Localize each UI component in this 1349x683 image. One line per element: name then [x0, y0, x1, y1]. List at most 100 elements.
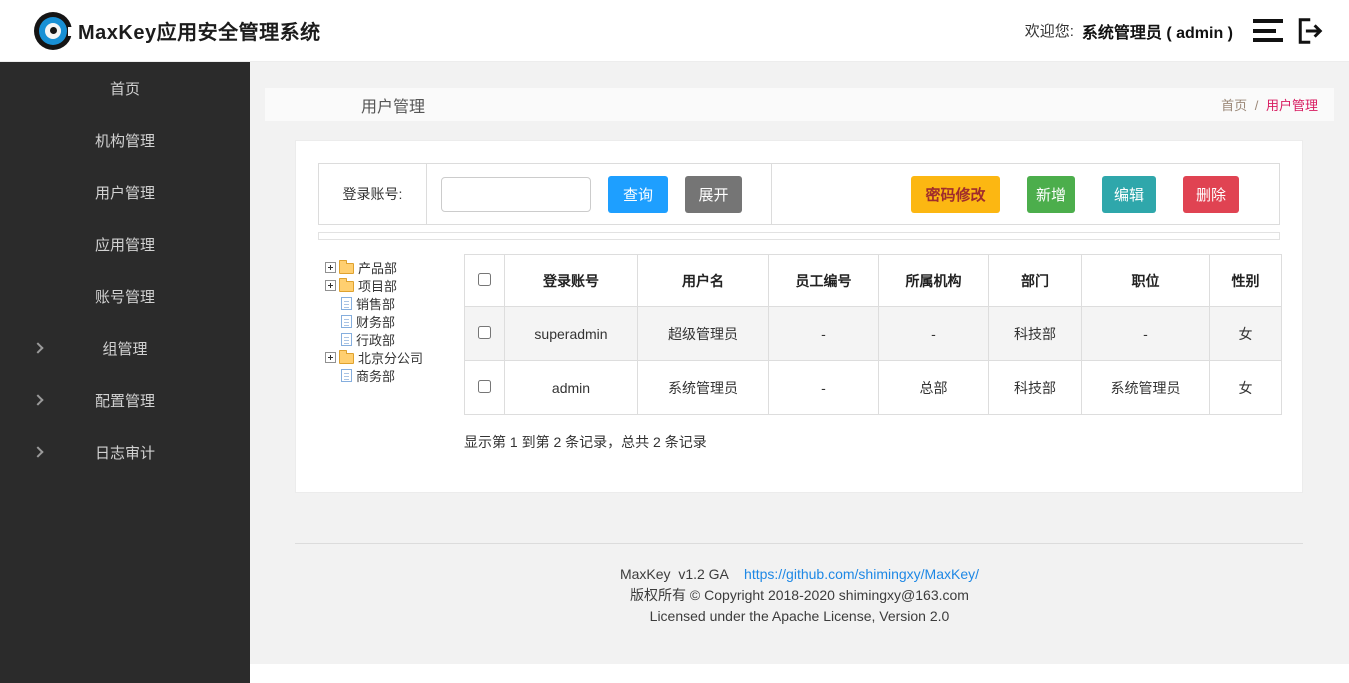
menu-toggle-icon[interactable] — [1253, 19, 1283, 42]
expand-icon[interactable] — [325, 280, 336, 291]
brand: MaxKey应用安全管理系统 — [34, 12, 321, 50]
header: MaxKey应用安全管理系统 欢迎您: 系统管理员 ( admin ) — [0, 0, 1349, 62]
file-icon — [341, 333, 352, 346]
sidebar-item-accounts[interactable]: 账号管理 — [0, 270, 250, 322]
maxkey-logo-icon — [34, 12, 72, 50]
delete-button[interactable]: 删除 — [1183, 176, 1239, 213]
edit-button[interactable]: 编辑 — [1102, 176, 1156, 213]
pagination-summary: 显示第 1 到第 2 条记录，总共 2 条记录 — [464, 432, 1282, 452]
file-icon — [341, 297, 352, 310]
sidebar-item-label: 账号管理 — [95, 286, 155, 307]
cell-department: 科技部 — [989, 361, 1082, 415]
table-header-select — [465, 255, 505, 307]
cell-employee-no: - — [769, 361, 879, 415]
login-account-input[interactable] — [441, 177, 591, 212]
tree-item-sales-dept[interactable]: 销售部 — [325, 294, 464, 312]
sidebar-item-config[interactable]: 配置管理 — [0, 374, 250, 426]
sidebar-item-organization[interactable]: 机构管理 — [0, 114, 250, 166]
page-header-bar: 用户管理 首页 / 用户管理 — [265, 88, 1334, 121]
logo-ring — [39, 17, 67, 45]
sidebar-item-label: 组管理 — [102, 338, 147, 359]
sidebar-item-label: 机构管理 — [95, 130, 155, 151]
sidebar-item-label: 首页 — [110, 78, 140, 99]
github-link[interactable]: https://github.com/shimingxy/MaxKey/ — [744, 566, 979, 582]
cell-username: 超级管理员 — [638, 307, 769, 361]
col-header-organization: 所属机构 — [879, 255, 989, 307]
table-row-superadmin[interactable]: superadmin 超级管理员 - - 科技部 - 女 — [465, 307, 1282, 361]
sidebar-item-groups[interactable]: 组管理 — [0, 322, 250, 374]
footer-line-1: MaxKey v1.2 GA https://github.com/shimin… — [250, 564, 1349, 585]
action-buttons: 密码修改 新增 编辑 删除 — [772, 164, 1279, 224]
tree-item-admin-dept[interactable]: 行政部 — [325, 330, 464, 348]
cell-gender: 女 — [1210, 307, 1282, 361]
add-button[interactable]: 新增 — [1027, 176, 1075, 213]
folder-icon — [339, 281, 354, 292]
sidebar-item-label: 应用管理 — [95, 234, 155, 255]
cell-position: 系统管理员 — [1082, 361, 1210, 415]
select-all-checkbox[interactable] — [478, 273, 491, 286]
app-root: { "header": { "app_title": "MaxKey应用安全管理… — [0, 0, 1349, 683]
login-account-label: 登录账号: — [343, 184, 403, 204]
col-header-login-account: 登录账号 — [505, 255, 638, 307]
sidebar-item-users[interactable]: 用户管理 — [0, 166, 250, 218]
cell-gender: 女 — [1210, 361, 1282, 415]
logo-core — [45, 23, 61, 39]
chevron-right-icon — [32, 342, 43, 353]
cell-department: 科技部 — [989, 307, 1082, 361]
tree-item-project-dept[interactable]: 项目部 — [325, 276, 464, 294]
breadcrumb-separator: / — [1255, 98, 1259, 113]
sidebar-item-audit[interactable]: 日志审计 — [0, 426, 250, 478]
tree-item-business-dept[interactable]: 商务部 — [325, 366, 464, 384]
tree-item-label: 产品部 — [358, 258, 397, 277]
tree-item-label: 北京分公司 — [358, 348, 423, 367]
col-header-department: 部门 — [989, 255, 1082, 307]
col-header-employee-no: 员工编号 — [769, 255, 879, 307]
page-title: 用户管理 — [361, 93, 425, 117]
col-header-gender: 性别 — [1210, 255, 1282, 307]
main-content: 用户管理 首页 / 用户管理 登录账号: 查询 展开 密码修改 新增 编辑 删除 — [250, 62, 1349, 664]
search-fields: 查询 展开 — [427, 164, 772, 224]
table-row-admin[interactable]: admin 系统管理员 - 总部 科技部 系统管理员 女 — [465, 361, 1282, 415]
cell-username: 系统管理员 — [638, 361, 769, 415]
folder-icon — [339, 353, 354, 364]
sidebar-item-home[interactable]: 首页 — [0, 62, 250, 114]
sidebar-item-label: 日志审计 — [95, 442, 155, 463]
cell-organization: - — [879, 307, 989, 361]
logout-icon[interactable] — [1293, 16, 1325, 46]
sidebar-item-applications[interactable]: 应用管理 — [0, 218, 250, 270]
col-header-position: 职位 — [1082, 255, 1210, 307]
license-text: Licensed under the Apache License, Versi… — [250, 606, 1349, 627]
tree-item-label: 财务部 — [356, 312, 395, 331]
collapsed-advanced-search — [318, 232, 1280, 240]
expand-button[interactable]: 展开 — [685, 176, 742, 213]
department-tree: 产品部 项目部 销售部 财务部 — [318, 254, 464, 470]
cell-organization: 总部 — [879, 361, 989, 415]
table-area: 登录账号 用户名 员工编号 所属机构 部门 职位 性别 — [464, 254, 1282, 470]
expand-icon[interactable] — [325, 352, 336, 363]
app-title: MaxKey应用安全管理系统 — [78, 16, 321, 45]
search-toolbar: 登录账号: 查询 展开 密码修改 新增 编辑 删除 — [318, 163, 1280, 225]
breadcrumb-home[interactable]: 首页 — [1221, 98, 1247, 113]
search-label-cell: 登录账号: — [319, 164, 427, 224]
tree-item-finance-dept[interactable]: 财务部 — [325, 312, 464, 330]
sidebar-item-label: 用户管理 — [95, 182, 155, 203]
row-checkbox[interactable] — [478, 326, 491, 339]
query-button[interactable]: 查询 — [608, 176, 668, 213]
content-card: 登录账号: 查询 展开 密码修改 新增 编辑 删除 产品部 — [295, 140, 1303, 493]
row-checkbox[interactable] — [478, 380, 491, 393]
tree-item-product-dept[interactable]: 产品部 — [325, 258, 464, 276]
welcome-label: 欢迎您: — [1025, 20, 1074, 41]
folder-icon — [339, 263, 354, 274]
change-password-button[interactable]: 密码修改 — [911, 176, 1000, 213]
chevron-right-icon — [32, 446, 43, 457]
breadcrumb-current: 用户管理 — [1266, 98, 1318, 113]
cell-select — [465, 361, 505, 415]
tree-item-beijing-branch[interactable]: 北京分公司 — [325, 348, 464, 366]
file-icon — [341, 369, 352, 382]
file-icon — [341, 315, 352, 328]
logo-dot — [50, 27, 57, 34]
header-right: 欢迎您: 系统管理员 ( admin ) — [1025, 16, 1325, 46]
expand-icon[interactable] — [325, 262, 336, 273]
current-user: 系统管理员 ( admin ) — [1082, 19, 1233, 43]
tree-item-label: 项目部 — [358, 276, 397, 295]
